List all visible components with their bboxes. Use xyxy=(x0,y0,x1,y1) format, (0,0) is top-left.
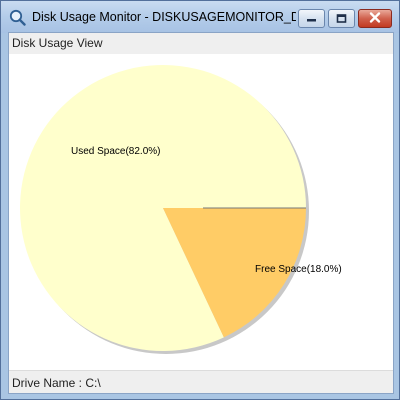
minimize-button[interactable] xyxy=(298,9,325,28)
view-header: Disk Usage View xyxy=(9,33,393,54)
window-client-area: Disk Usage View Used Space(82.0%) Free Sp… xyxy=(8,32,394,394)
chart-area: Used Space(82.0%) Free Space(18.0%) xyxy=(9,54,393,370)
maximize-icon xyxy=(336,10,347,28)
app-window: Disk Usage Monitor - DISKUSAGEMONITOR_Di… xyxy=(0,0,400,400)
view-label: Disk Usage View xyxy=(12,36,103,50)
maximize-button[interactable] xyxy=(328,9,355,28)
window-title: Disk Usage Monitor - DISKUSAGEMONITOR_Di… xyxy=(32,10,296,24)
minimize-icon xyxy=(306,10,317,28)
title-bar[interactable]: Disk Usage Monitor - DISKUSAGEMONITOR_Di… xyxy=(1,1,399,33)
drive-name-label: Drive Name : C:\ xyxy=(12,376,101,390)
status-footer: Drive Name : C:\ xyxy=(9,370,393,393)
close-icon xyxy=(369,10,381,28)
magnifier-app-icon xyxy=(9,9,26,26)
close-button[interactable] xyxy=(358,9,392,28)
pie-label-free-space: Free Space(18.0%) xyxy=(255,264,342,275)
pie-label-used-space: Used Space(82.0%) xyxy=(71,146,161,157)
disk-usage-pie-chart: Used Space(82.0%) Free Space(18.0%) xyxy=(20,64,342,354)
